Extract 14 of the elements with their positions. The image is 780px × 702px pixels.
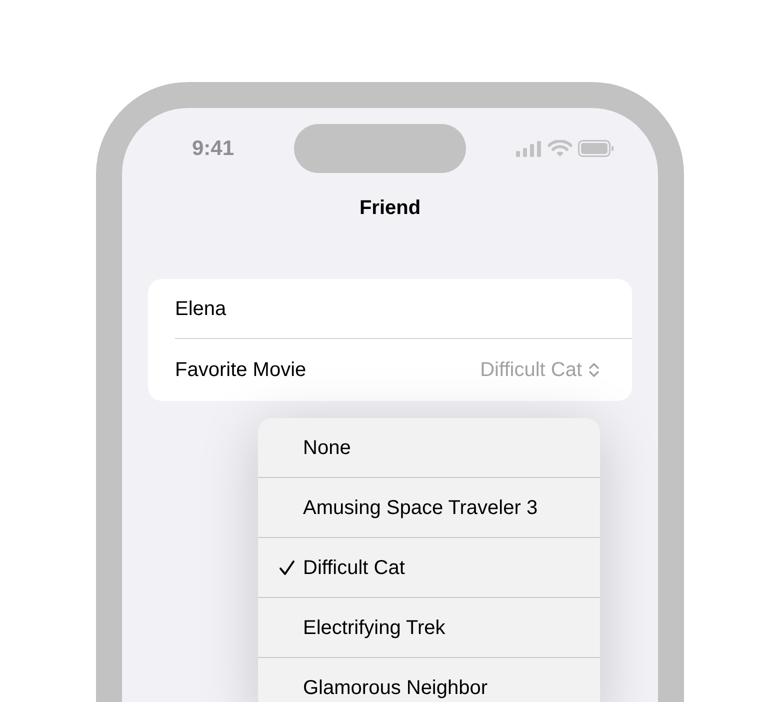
status-time: 9:41 (192, 136, 236, 162)
nav-title: Friend (359, 196, 421, 221)
menu-item[interactable]: Glamorous Neighbor (258, 658, 600, 702)
wifi-icon (548, 140, 572, 157)
menu-item[interactable]: Difficult Cat (258, 538, 600, 597)
signal-icon (516, 140, 542, 156)
chevron-up-down-icon (588, 360, 600, 380)
menu-item[interactable]: Amusing Space Traveler 3 (258, 478, 600, 537)
menu-item[interactable]: Electrifying Trek (258, 598, 600, 657)
battery-icon (578, 140, 614, 157)
name-field[interactable]: Elena (175, 294, 575, 324)
picker-label: Favorite Movie (175, 358, 306, 383)
menu-item[interactable]: None (258, 418, 600, 477)
checkmark-icon (279, 560, 295, 576)
